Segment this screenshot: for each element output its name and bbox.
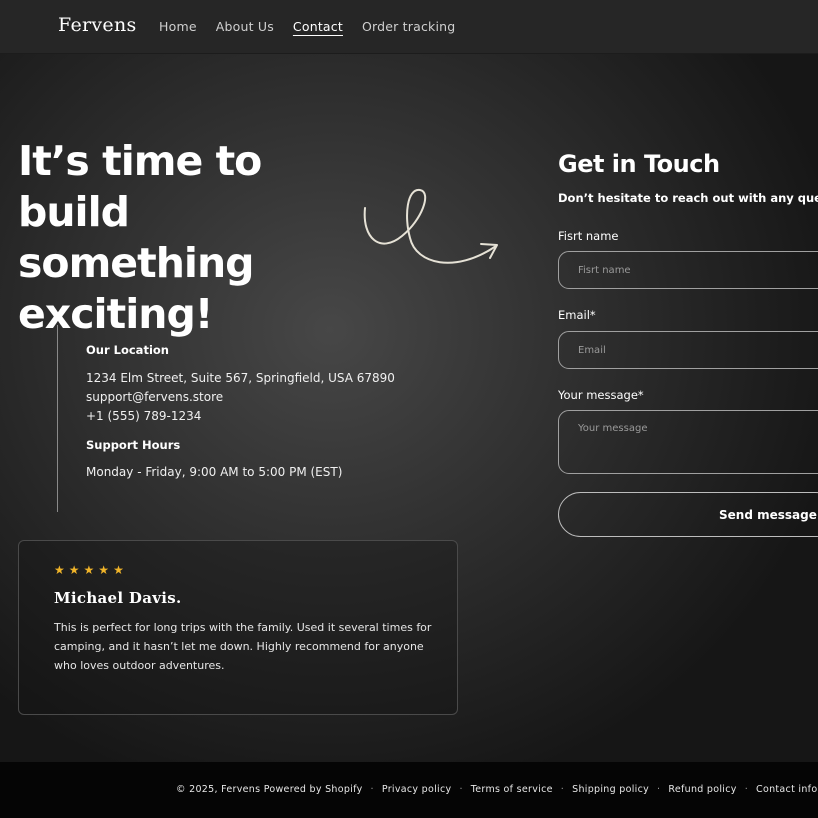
location-details: 1234 Elm Street, Suite 567, Springfield,… — [86, 369, 395, 426]
copyright[interactable]: © 2025, Fervens Powered by Shopify — [176, 784, 363, 795]
site-logo[interactable]: Fervens — [58, 14, 137, 36]
hero-title: It’s time to build something exciting! — [18, 137, 262, 338]
address: 1234 Elm Street, Suite 567, Springfield,… — [86, 371, 395, 385]
star-icon: ★ — [54, 563, 65, 577]
first-name-label: Fisrt name — [558, 229, 619, 243]
star-icon: ★ — [68, 563, 80, 577]
refund-policy-link[interactable]: Refund policy — [668, 784, 736, 795]
support-hours: Monday - Friday, 9:00 AM to 5:00 PM (EST… — [86, 465, 343, 479]
footer-links: © 2025, Fervens Powered by Shopify · Pri… — [176, 784, 818, 795]
star-icon: ★ — [113, 563, 124, 577]
shipping-policy-link[interactable]: Shipping policy — [572, 784, 649, 795]
terms-of-service-link[interactable]: Terms of service — [471, 784, 553, 795]
main-nav: Home About Us Contact Order tracking — [159, 19, 455, 34]
separator-dot: · — [459, 784, 463, 795]
site-header: Fervens Home About Us Contact Order trac… — [0, 0, 818, 54]
support-phone[interactable]: +1 (555) 789-1234 — [86, 407, 395, 426]
email-label: Email* — [558, 308, 596, 322]
separator-dot: · — [744, 784, 749, 795]
reviewer-name: Michael Davis. — [54, 589, 182, 607]
curly-arrow-icon — [363, 188, 498, 264]
message-input[interactable] — [558, 410, 818, 474]
separator-dot: · — [370, 784, 374, 795]
contact-page: Fervens Home About Us Contact Order trac… — [0, 0, 818, 818]
email-input[interactable] — [558, 331, 818, 369]
form-title: Get in Touch — [558, 150, 720, 178]
location-heading: Our Location — [86, 343, 169, 357]
review-text: This is perfect for long trips with the … — [54, 621, 432, 672]
separator-dot: · — [657, 784, 661, 795]
contact-information-link[interactable]: Contact information — [756, 784, 818, 795]
contact-info: Our Location 1234 Elm Street, Suite 567,… — [57, 325, 457, 512]
send-message-button[interactable]: Send message — [558, 492, 818, 537]
message-label: Your message* — [558, 388, 644, 402]
nav-order-tracking[interactable]: Order tracking — [362, 19, 455, 34]
first-name-input[interactable] — [558, 251, 818, 289]
nav-home[interactable]: Home — [159, 19, 197, 34]
nav-about-us[interactable]: About Us — [216, 19, 274, 34]
star-icon: ★ — [83, 563, 95, 577]
site-footer: © 2025, Fervens Powered by Shopify · Pri… — [0, 762, 818, 818]
separator-dot: · — [560, 784, 565, 795]
form-subtitle: Don’t hesitate to reach out with any que… — [558, 191, 818, 205]
nav-contact[interactable]: Contact — [293, 19, 343, 34]
privacy-policy-link[interactable]: Privacy policy — [382, 784, 452, 795]
rating-stars: ★ ★ ★ ★ ★ — [54, 563, 124, 577]
star-icon: ★ — [98, 563, 110, 577]
review-card: ★ ★ ★ ★ ★ Michael Davis. This is perfect… — [18, 540, 458, 715]
hours-heading: Support Hours — [86, 438, 181, 452]
support-email[interactable]: support@fervens.store — [86, 388, 395, 407]
